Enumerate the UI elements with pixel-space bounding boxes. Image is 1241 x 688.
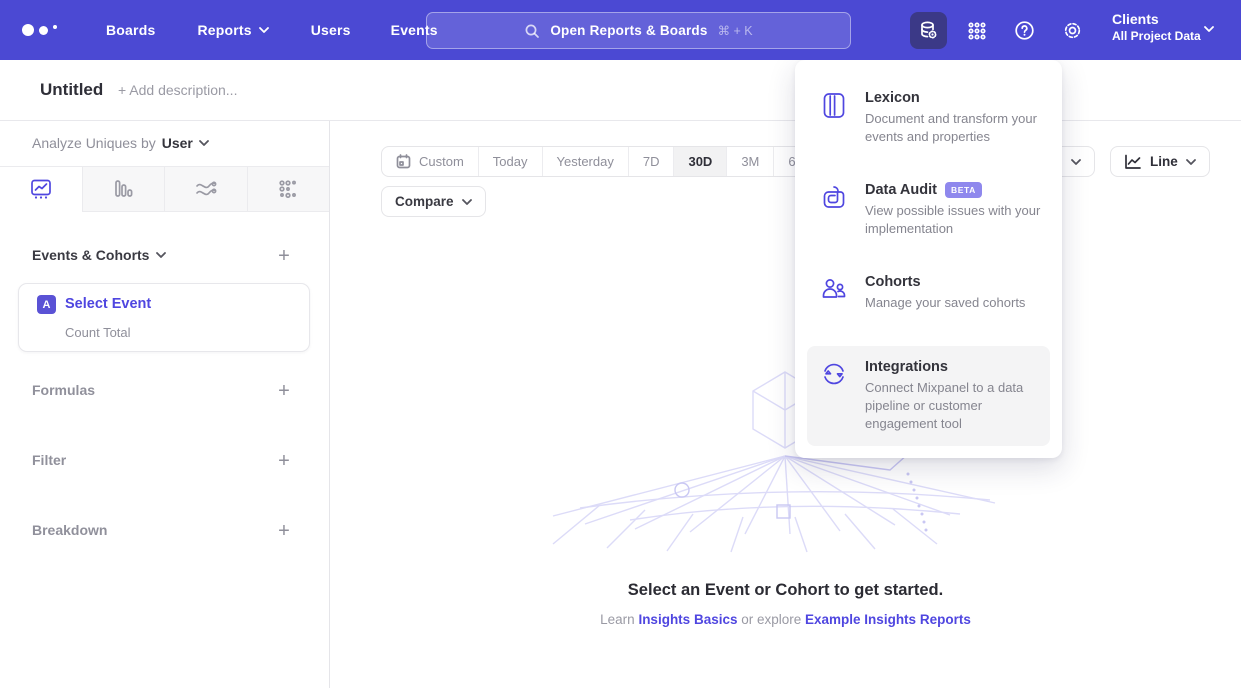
empty-state-subtitle: Learn Insights Basics or explore Example…: [330, 612, 1241, 627]
report-title[interactable]: Untitled: [40, 80, 103, 100]
insights-basics-link[interactable]: Insights Basics: [638, 612, 737, 627]
or-explore-text: or explore: [737, 612, 805, 627]
menu-item-description: Connect Mixpanel to a data pipeline or c…: [865, 379, 1042, 433]
event-metric-selector[interactable]: Count Total: [65, 325, 131, 340]
analyze-value: User: [162, 135, 193, 151]
menu-item-title: Integrations: [865, 359, 948, 375]
date-range-today[interactable]: Today: [478, 147, 542, 176]
date-range-control: Custom Today Yesterday 7D 30D 3M 6M: [381, 146, 821, 177]
line-chart-icon: [1124, 154, 1142, 170]
beta-badge: BETA: [945, 182, 982, 198]
chevron-down-icon: [462, 199, 472, 205]
search-icon: [524, 23, 540, 39]
flow-chart-icon: [194, 178, 218, 200]
top-nav: Boards Reports Users Events Open Reports…: [0, 0, 1241, 60]
chevron-down-icon: [259, 27, 269, 33]
chevron-down-icon: [1204, 26, 1214, 32]
tab-stacked-chart[interactable]: [164, 167, 247, 212]
date-range-custom-label: Custom: [419, 154, 464, 169]
search-shortcut: ⌘ + K: [718, 23, 753, 38]
menu-item-lexicon[interactable]: Lexicon Document and transform your even…: [795, 90, 1062, 146]
analyze-label: Analyze Uniques by: [32, 135, 156, 151]
date-range-yesterday[interactable]: Yesterday: [542, 147, 628, 176]
chevron-down-icon: [1186, 159, 1196, 165]
question-circle-icon: [1014, 20, 1035, 41]
apps-grid-button[interactable]: [958, 12, 995, 49]
select-event-button[interactable]: Select Event: [65, 296, 151, 312]
chart-type-dropdown[interactable]: Line: [1110, 146, 1210, 177]
settings-button[interactable]: [1054, 12, 1091, 49]
mixpanel-logo-icon[interactable]: [22, 24, 70, 36]
breakdown-header: Breakdown: [32, 522, 107, 538]
menu-item-title: Data Audit: [865, 182, 937, 198]
bar-chart-icon: [112, 178, 134, 200]
add-breakdown-button[interactable]: +: [275, 522, 293, 540]
database-gear-icon: [918, 20, 939, 41]
tab-metric-grid[interactable]: [247, 167, 330, 212]
empty-state-title: Select an Event or Cohort to get started…: [330, 581, 1241, 600]
menu-item-integrations[interactable]: Integrations Connect Mixpanel to a data …: [807, 346, 1050, 446]
chart-type-label: Line: [1150, 154, 1178, 169]
menu-item-data-audit[interactable]: Data Audit BETA View possible issues wit…: [795, 182, 1062, 238]
date-range-3m[interactable]: 3M: [726, 147, 773, 176]
line-chart-icon: [30, 178, 52, 200]
cohorts-people-icon: [821, 274, 849, 312]
chevron-down-icon: [156, 252, 166, 258]
chevron-down-icon: [199, 140, 209, 146]
menu-item-cohorts[interactable]: Cohorts Manage your saved cohorts: [795, 274, 1062, 312]
events-cohorts-label: Events & Cohorts: [32, 247, 149, 263]
project-selector[interactable]: Clients All Project Data: [1112, 11, 1201, 43]
date-range-custom[interactable]: Custom: [382, 147, 478, 176]
lexicon-book-icon: [821, 90, 849, 146]
events-cohorts-header[interactable]: Events & Cohorts: [32, 247, 166, 263]
learn-prefix: Learn: [600, 612, 638, 627]
chart-type-tabs: [0, 166, 329, 212]
project-name: All Project Data: [1112, 29, 1201, 43]
date-range-30d[interactable]: 30D: [673, 147, 726, 176]
add-filter-button[interactable]: +: [275, 452, 293, 470]
filter-header: Filter: [32, 452, 66, 468]
add-formula-button[interactable]: +: [275, 382, 293, 400]
chevron-down-icon: [1071, 159, 1081, 165]
date-range-7d[interactable]: 7D: [628, 147, 674, 176]
example-reports-link[interactable]: Example Insights Reports: [805, 612, 971, 627]
query-sidebar: Analyze Uniques by User: [0, 121, 330, 688]
nav-item-boards[interactable]: Boards: [106, 22, 155, 38]
formulas-header: Formulas: [32, 382, 95, 398]
org-name: Clients: [1112, 11, 1201, 27]
menu-item-title: Cohorts: [865, 274, 921, 290]
analyze-uniques-selector[interactable]: Analyze Uniques by User: [32, 135, 209, 151]
menu-item-description: Document and transform your events and p…: [865, 110, 1042, 146]
grid-dots-icon: [967, 21, 987, 41]
chart-area: Custom Today Yesterday 7D 30D 3M 6M Comp…: [330, 121, 1241, 688]
nav-item-users[interactable]: Users: [311, 22, 351, 38]
search-placeholder: Open Reports & Boards: [550, 23, 707, 38]
event-letter-badge: A: [37, 295, 56, 314]
menu-item-description: View possible issues with your implement…: [865, 202, 1042, 238]
nav-item-reports-label: Reports: [197, 22, 251, 38]
data-management-button[interactable]: [910, 12, 947, 49]
add-description-field[interactable]: + Add description...: [118, 82, 237, 98]
add-event-button[interactable]: +: [275, 247, 293, 265]
integrations-sync-icon: [821, 359, 849, 433]
compare-button[interactable]: Compare: [381, 186, 486, 217]
calendar-icon: [396, 154, 411, 169]
search-input[interactable]: Open Reports & Boards ⌘ + K: [426, 12, 851, 49]
menu-item-title: Lexicon: [865, 90, 920, 106]
help-button[interactable]: [1006, 12, 1043, 49]
tab-bar-chart[interactable]: [82, 167, 165, 212]
nav-item-reports[interactable]: Reports: [197, 22, 268, 38]
menu-item-description: Manage your saved cohorts: [865, 294, 1025, 312]
event-row[interactable]: A Select Event Count Total: [18, 283, 310, 352]
dots-grid-icon: [277, 178, 299, 200]
data-audit-icon: [821, 182, 849, 238]
gear-icon: [1062, 20, 1083, 41]
data-management-menu: Lexicon Document and transform your even…: [795, 60, 1062, 458]
compare-label: Compare: [395, 194, 454, 209]
tab-insights-line[interactable]: [0, 167, 82, 212]
